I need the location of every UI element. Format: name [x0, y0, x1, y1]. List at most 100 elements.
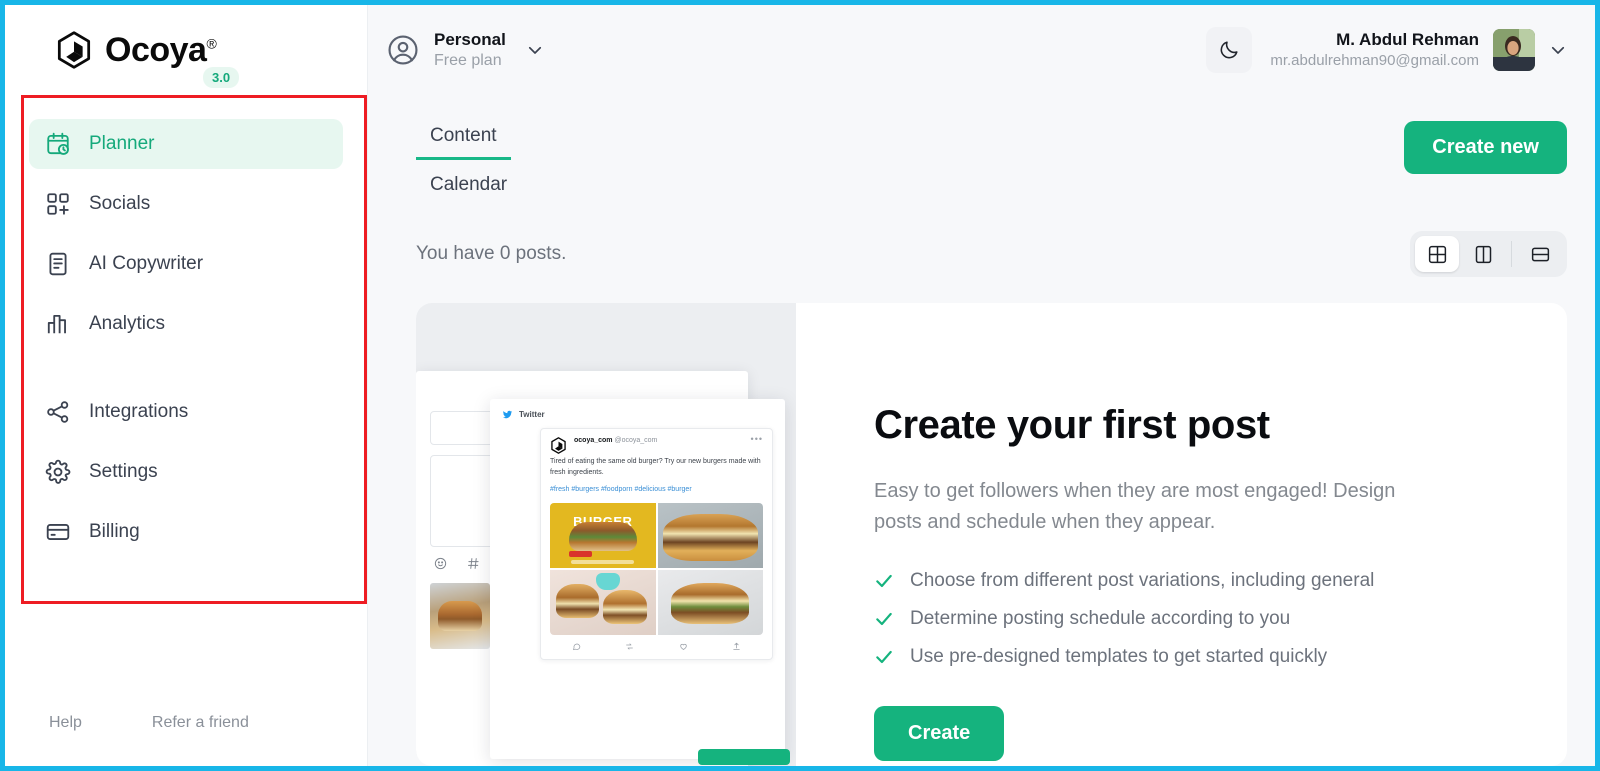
illustration-image-poster: BURGER	[550, 502, 656, 568]
sidebar-item-label: AI Copywriter	[89, 253, 204, 274]
illustration-image-burger-4	[657, 569, 763, 635]
posts-count-label: You have 0 posts.	[416, 243, 567, 264]
rows-view-button[interactable]	[1518, 236, 1562, 272]
feature-list: Choose from different post variations, i…	[874, 570, 1507, 668]
version-badge: 3.0	[203, 67, 240, 88]
illustration-post-text: Tired of eating the same old burger? Try…	[550, 458, 761, 476]
registered-mark: ®	[206, 35, 217, 52]
dark-mode-toggle[interactable]	[1206, 27, 1253, 73]
illustration-image-burger-3	[550, 569, 656, 635]
document-text-icon	[49, 252, 67, 276]
feature-label: Determine posting schedule according to …	[910, 608, 1291, 629]
columns-view-button[interactable]	[1461, 236, 1505, 272]
tabs-row: Content Calendar Create new	[368, 95, 1595, 209]
illustration-poster-footer	[571, 559, 635, 565]
create-button[interactable]: Create	[874, 706, 1005, 761]
ocoya-cube-icon	[57, 31, 91, 69]
illustration-account-name: ocoya_com	[574, 437, 613, 444]
top-bar-right: M. Abdul Rehman mr.abdulrehman90@gmail.c…	[1206, 27, 1567, 73]
list-item: Use pre-designed templates to get starte…	[874, 646, 1507, 668]
sidebar-item-label: Integrations	[89, 401, 189, 422]
empty-state-subtitle: Easy to get followers when they are most…	[874, 480, 1396, 533]
view-mode-toggle	[1410, 231, 1567, 277]
nav-divider-space	[29, 349, 343, 387]
chevron-down-icon	[528, 46, 541, 54]
brand-wordmark: Ocoya®	[105, 30, 217, 70]
create-new-button[interactable]: Create new	[1404, 121, 1567, 174]
twitter-icon	[502, 410, 513, 419]
share-nodes-icon	[47, 401, 69, 423]
illustration-poster-burger	[568, 522, 637, 551]
grid-plus-icon	[47, 193, 69, 215]
feature-label: Choose from different post variations, i…	[910, 570, 1375, 591]
list-item: Choose from different post variations, i…	[874, 570, 1507, 592]
brand-name: Ocoya	[105, 30, 207, 69]
grid-view-button[interactable]	[1415, 236, 1459, 272]
check-icon	[876, 574, 892, 588]
posts-count-row: You have 0 posts.	[368, 209, 1595, 277]
toggle-divider	[1511, 241, 1512, 267]
comment-icon	[573, 643, 581, 650]
sidebar-item-integrations[interactable]: Integrations	[29, 387, 343, 437]
user-circle-icon	[388, 35, 418, 65]
sidebar-item-settings[interactable]: Settings	[29, 447, 343, 497]
illustration-tweet-header: ocoya_com @ocoya_com •••	[550, 434, 763, 454]
sidebar-item-label: Settings	[89, 461, 158, 482]
content-tabs: Content Calendar	[416, 119, 521, 209]
tab-calendar[interactable]: Calendar	[416, 168, 521, 209]
check-icon	[876, 650, 892, 664]
workspace-name: Personal	[434, 30, 506, 50]
bar-chart-icon	[47, 314, 66, 334]
help-link[interactable]: Help	[49, 714, 82, 732]
credit-card-icon	[46, 524, 70, 540]
columns-icon	[1475, 245, 1491, 263]
empty-state-card: Twitter ocoya_com @ocoya_com ••• Tired o…	[416, 303, 1567, 766]
retweet-icon	[626, 643, 634, 650]
sidebar-item-billing[interactable]: Billing	[29, 507, 343, 557]
illustration-account-handle: @ocoya_com	[614, 437, 658, 444]
illustration-preview-panel: Twitter ocoya_com @ocoya_com ••• Tired o…	[490, 399, 790, 765]
heart-icon	[679, 643, 687, 650]
emoji-icon	[434, 557, 447, 570]
sidebar-footer: Help Refer a friend	[5, 680, 367, 766]
illustration-tweet-actions	[550, 642, 763, 651]
app-window: Ocoya® 3.0 Planner Socials AI Copywriter…	[0, 0, 1600, 771]
illustration-hashtags: #fresh #burgers #foodporn #delicious #bu…	[550, 485, 692, 493]
refer-a-friend-link[interactable]: Refer a friend	[152, 714, 249, 732]
grid-icon	[1428, 245, 1446, 263]
workspace-plan: Free plan	[434, 51, 502, 69]
chevron-down-icon	[1551, 46, 1565, 54]
gear-icon	[45, 459, 71, 484]
share-icon	[733, 642, 740, 650]
moon-icon	[1220, 41, 1238, 59]
sidebar: Ocoya® 3.0 Planner Socials AI Copywriter…	[5, 5, 368, 766]
user-menu[interactable]: M. Abdul Rehman mr.abdulrehman90@gmail.c…	[1270, 29, 1567, 71]
avatar-photo	[1493, 29, 1535, 71]
illustration-image-grid: BURGER	[550, 502, 763, 635]
sidebar-item-label: Billing	[89, 521, 140, 542]
hashtag-icon	[468, 558, 479, 569]
ocoya-cube-icon	[551, 437, 566, 454]
page-title: Create your first post	[874, 403, 1270, 447]
brand-logo[interactable]: Ocoya® 3.0	[5, 5, 367, 95]
empty-state-text: Create your first post Easy to get follo…	[796, 303, 1567, 766]
illustration-account: ocoya_com @ocoya_com	[574, 437, 657, 444]
top-bar: Personal Free plan M. Abdul Rehman mr.ab…	[368, 5, 1595, 95]
illustration-prop	[596, 573, 620, 591]
sidebar-item-analytics[interactable]: Analytics	[29, 299, 343, 349]
user-email: mr.abdulrehman90@gmail.com	[1270, 52, 1479, 70]
sidebar-nav: Planner Socials AI Copywriter Analytics …	[5, 95, 367, 557]
post-preview-illustration: Twitter ocoya_com @ocoya_com ••• Tired o…	[416, 303, 796, 766]
calendar-clock-icon	[47, 132, 69, 155]
illustration-network-header: Twitter	[502, 409, 773, 420]
tab-content[interactable]: Content	[416, 119, 511, 160]
more-options-icon: •••	[750, 434, 763, 444]
workspace-switcher[interactable]: Personal Free plan	[386, 29, 544, 70]
user-name: M. Abdul Rehman	[1336, 30, 1479, 50]
sidebar-item-socials[interactable]: Socials	[29, 179, 343, 229]
illustration-poster-badge	[568, 551, 593, 558]
sidebar-item-planner[interactable]: Planner	[29, 119, 343, 169]
illustration-action-buttons	[698, 749, 796, 765]
illustration-primary-button	[698, 749, 790, 765]
sidebar-item-ai-copywriter[interactable]: AI Copywriter	[29, 239, 343, 289]
